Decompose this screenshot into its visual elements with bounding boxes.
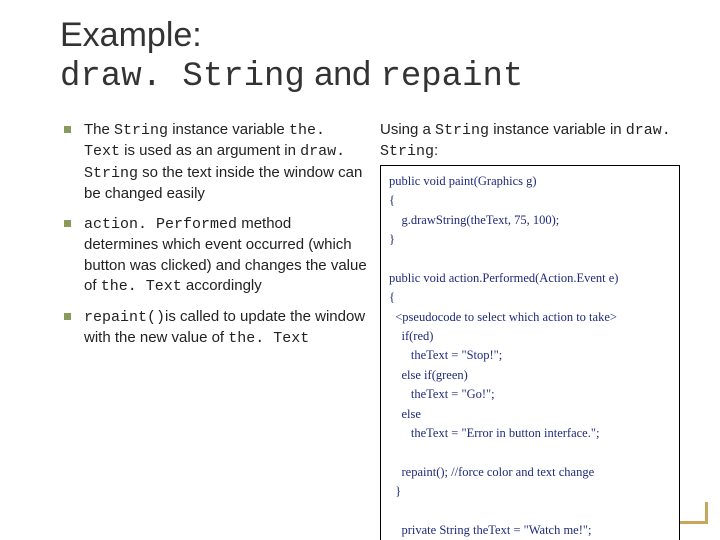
bullet-text: is used as an argument in xyxy=(120,142,300,159)
bullet-mono: String xyxy=(114,122,168,139)
code-line: { xyxy=(389,290,395,304)
title-mono-1: draw. String xyxy=(60,58,305,96)
bullet-list: The String instance variable the. Text i… xyxy=(60,120,368,350)
intro-text: : xyxy=(434,142,438,159)
title-mid: and xyxy=(305,55,381,93)
bullet-mono: the. Text xyxy=(228,330,309,347)
code-line: { xyxy=(389,193,395,207)
corner-accent-icon xyxy=(680,502,708,524)
bullet-text: The xyxy=(84,121,114,138)
body-columns: The String instance variable the. Text i… xyxy=(60,120,680,540)
slide: Example: draw. String and repaint The St… xyxy=(0,0,720,540)
code-line: repaint(); //force color and text change xyxy=(389,465,594,479)
intro-text: Using a xyxy=(380,121,435,138)
code-box: public void paint(Graphics g) { g.drawSt… xyxy=(380,165,680,540)
intro-mono: String xyxy=(435,122,489,139)
bullet-mono: the. Text xyxy=(101,278,182,295)
intro-text: instance variable in xyxy=(489,121,626,138)
slide-title: Example: draw. String and repaint xyxy=(60,16,680,96)
right-intro: Using a String instance variable in draw… xyxy=(380,120,680,161)
bullet-item: repaint()is called to update the window … xyxy=(60,307,368,350)
bullet-mono: action. Performed xyxy=(84,216,237,233)
code-line: <pseudocode to select which action to ta… xyxy=(389,310,617,324)
bullet-mono: repaint() xyxy=(84,309,165,326)
code-line: else xyxy=(389,407,421,421)
code-line: } xyxy=(389,232,395,246)
bullet-item: action. Performed method determines whic… xyxy=(60,214,368,297)
code-line: public void action.Performed(Action.Even… xyxy=(389,271,618,285)
code-line: theText = "Error in button interface."; xyxy=(389,426,599,440)
left-column: The String instance variable the. Text i… xyxy=(60,120,368,540)
code-line: public void paint(Graphics g) xyxy=(389,174,537,188)
code-line: } xyxy=(389,484,401,498)
code-line: theText = "Go!"; xyxy=(389,387,495,401)
code-line: private String theText = "Watch me!"; xyxy=(389,523,591,537)
title-line-1: Example: xyxy=(60,16,680,55)
code-line: if(red) xyxy=(389,329,433,343)
code-line: else if(green) xyxy=(389,368,468,382)
bullet-text: instance variable xyxy=(168,121,289,138)
right-column: Using a String instance variable in draw… xyxy=(380,120,680,540)
title-mono-2: repaint xyxy=(380,58,523,96)
title-line-2: draw. String and repaint xyxy=(60,55,680,96)
bullet-text: accordingly xyxy=(182,277,262,294)
bullet-item: The String instance variable the. Text i… xyxy=(60,120,368,204)
code-line: g.drawString(theText, 75, 100); xyxy=(389,213,559,227)
code-line: theText = "Stop!"; xyxy=(389,348,502,362)
